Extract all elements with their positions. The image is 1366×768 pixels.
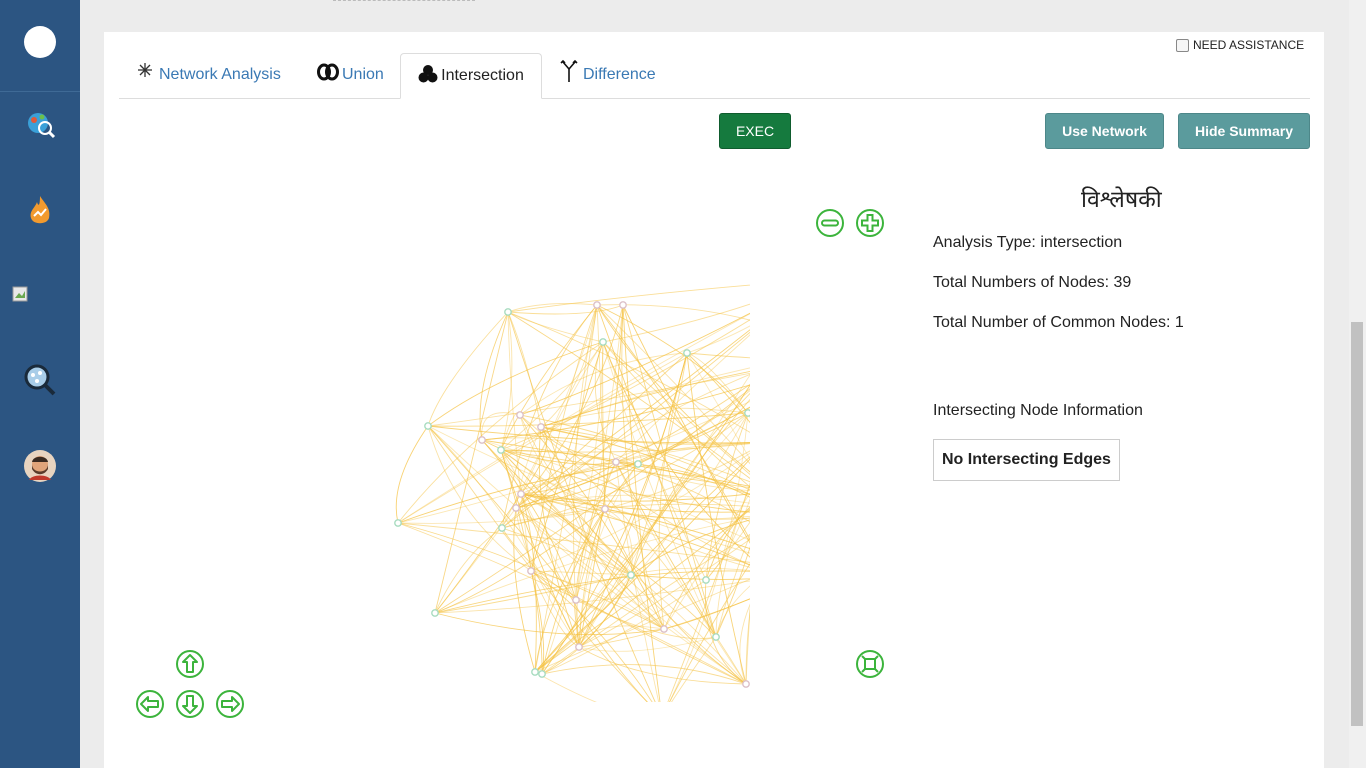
network-graph[interactable] — [280, 232, 750, 702]
graph-edge — [513, 507, 536, 673]
fire-trend-icon[interactable] — [0, 194, 80, 228]
graph-node[interactable] — [599, 338, 607, 346]
graph-node[interactable] — [572, 596, 580, 604]
sidebar-divider — [0, 91, 80, 92]
need-assistance[interactable]: NEED ASSISTANCE — [1176, 38, 1304, 52]
graph-node[interactable] — [478, 436, 486, 444]
logo-icon[interactable] — [0, 26, 80, 58]
graph-edge — [747, 409, 750, 414]
pan-right-icon[interactable] — [215, 689, 245, 719]
tab-intersection[interactable]: Intersection — [400, 53, 542, 99]
zoom-out-icon[interactable] — [815, 208, 845, 238]
graph-node[interactable] — [634, 460, 642, 468]
graph-edge — [395, 425, 429, 524]
analysis-tabs: Network Analysis Union Intersection Diff… — [119, 53, 1310, 99]
asterisk-icon — [138, 63, 152, 77]
zoom-in-icon[interactable] — [855, 208, 885, 238]
graph-edge — [507, 311, 604, 343]
page-scrollbar[interactable] — [1349, 0, 1366, 768]
graph-edge — [507, 303, 598, 313]
graph-node[interactable] — [516, 411, 524, 419]
graph-node[interactable] — [575, 643, 583, 651]
tab-network-analysis-label: Network Analysis — [159, 66, 281, 83]
hide-summary-button[interactable]: Hide Summary — [1178, 113, 1310, 149]
tab-difference-label: Difference — [583, 66, 656, 83]
broken-image-icon[interactable] — [0, 286, 40, 302]
need-assistance-label: NEED ASSISTANCE — [1193, 38, 1305, 52]
graph-node[interactable] — [702, 576, 710, 584]
fit-view-icon[interactable] — [855, 649, 885, 679]
need-assistance-checkbox[interactable] — [1176, 38, 1189, 52]
fork-icon — [560, 59, 578, 82]
graph-node[interactable] — [504, 308, 512, 316]
tab-network-analysis[interactable]: Network Analysis — [137, 53, 281, 97]
scrollbar-thumb[interactable] — [1351, 322, 1363, 726]
graph-node[interactable] — [512, 504, 520, 512]
graph-node[interactable] — [394, 519, 402, 527]
graph-node[interactable] — [627, 571, 635, 579]
pan-up-icon[interactable] — [175, 649, 205, 679]
pan-down-icon[interactable] — [175, 689, 205, 719]
graph-node[interactable] — [712, 633, 720, 641]
graph-edge — [686, 325, 750, 354]
union-icon — [317, 63, 339, 81]
tab-union[interactable]: Union — [317, 53, 384, 97]
graph-edge — [507, 284, 750, 313]
total-nodes: Total Numbers of Nodes: 39 — [933, 274, 1132, 291]
graph-edge — [575, 304, 624, 601]
intersecting-heading: Intersecting Node Information — [933, 402, 1143, 419]
pan-left-icon[interactable] — [135, 689, 165, 719]
network-search-icon[interactable] — [0, 363, 80, 397]
analysis-type: Analysis Type: intersection — [933, 234, 1123, 251]
graph-node[interactable] — [498, 524, 506, 532]
graph-node[interactable] — [660, 625, 668, 633]
graph-node[interactable] — [744, 409, 750, 417]
graph-edge — [434, 612, 665, 636]
graph-node[interactable] — [538, 670, 546, 678]
no-intersecting-edges: No Intersecting Edges — [933, 439, 1120, 481]
graph-edges — [395, 284, 750, 702]
use-network-button[interactable]: Use Network — [1045, 113, 1164, 149]
user-avatar-icon[interactable] — [0, 450, 80, 482]
graph-edge — [427, 311, 509, 427]
world-analysis-icon[interactable] — [0, 108, 80, 140]
graph-node[interactable] — [612, 458, 620, 466]
sidebar — [0, 0, 80, 768]
top-divider — [333, 0, 475, 1]
graph-edge — [534, 304, 598, 673]
graph-node[interactable] — [601, 505, 609, 513]
intersection-icon — [418, 65, 438, 83]
common-nodes: Total Number of Common Nodes: 1 — [933, 314, 1184, 331]
graph-node[interactable] — [424, 422, 432, 430]
graph-node[interactable] — [431, 609, 439, 617]
graph-node[interactable] — [619, 301, 627, 309]
tab-difference[interactable]: Difference — [560, 53, 656, 97]
graph-node[interactable] — [531, 668, 539, 676]
graph-edge — [578, 304, 624, 648]
graph-node[interactable] — [593, 301, 601, 309]
graph-node[interactable] — [527, 567, 535, 575]
summary-title: विश्लेषकी — [1081, 187, 1162, 213]
graph-node[interactable] — [742, 680, 750, 688]
exec-button[interactable]: EXEC — [719, 113, 791, 149]
graph-node[interactable] — [683, 349, 691, 357]
graph-node[interactable] — [497, 446, 505, 454]
tab-intersection-label: Intersection — [441, 67, 524, 84]
tab-union-label: Union — [342, 66, 384, 83]
graph-node[interactable] — [517, 490, 525, 498]
main-panel: NEED ASSISTANCE Network Analysis Union I… — [104, 32, 1324, 768]
graph-node[interactable] — [537, 423, 545, 431]
graph-edge — [615, 334, 750, 463]
